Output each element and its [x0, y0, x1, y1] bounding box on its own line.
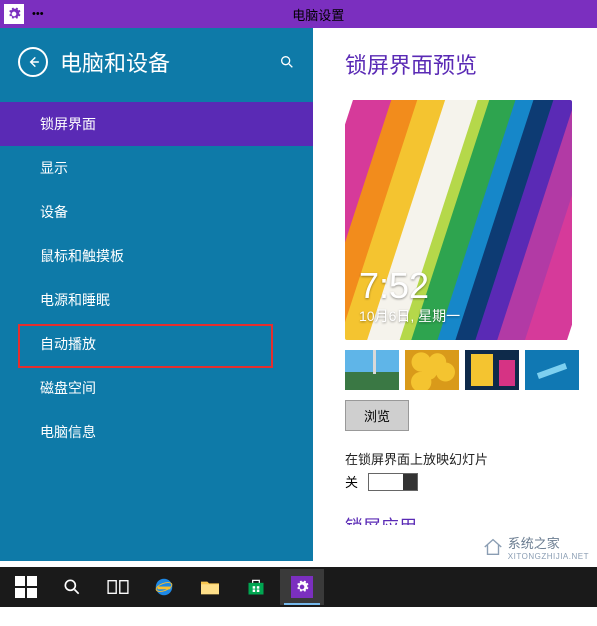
taskbar-store-icon[interactable] — [234, 569, 278, 605]
slideshow-toggle[interactable] — [368, 473, 418, 491]
sidebar-item-4[interactable]: 电源和睡眠 — [0, 278, 313, 322]
house-icon — [482, 536, 504, 558]
arrow-left-icon — [26, 55, 40, 69]
toggle-state-label: 关 — [345, 472, 358, 491]
background-thumb-3[interactable] — [465, 350, 519, 390]
sidebar-header: 电脑和设备 — [0, 28, 313, 102]
sidebar-item-1[interactable]: 显示 — [0, 146, 313, 190]
window-title: 电脑设置 — [44, 5, 593, 24]
start-button[interactable] — [4, 569, 48, 605]
sidebar-item-0[interactable]: 锁屏界面 — [0, 102, 313, 146]
taskbar-ie-icon[interactable] — [142, 569, 186, 605]
content-panel: 锁屏界面预览 7:52 10月6日, 星期一 — [313, 28, 597, 561]
slideshow-label: 在锁屏界面上放映幻灯片 — [345, 449, 579, 468]
lockscreen-clock: 7:52 10月6日, 星期一 — [359, 268, 460, 326]
background-thumb-2[interactable] — [405, 350, 459, 390]
settings-gear-icon[interactable] — [4, 4, 24, 24]
title-bar: ••• 电脑设置 — [0, 0, 597, 28]
section-heading-partial: 锁屏应用 — [345, 513, 579, 525]
taskbar-explorer-icon[interactable] — [188, 569, 232, 605]
browse-button[interactable]: 浏览 — [345, 400, 409, 431]
content-title: 锁屏界面预览 — [345, 48, 579, 80]
sidebar-title: 电脑和设备 — [60, 46, 279, 78]
watermark: 系统之家 XITONGZHIJIA.NET — [482, 533, 589, 561]
taskbar-taskview-icon[interactable] — [96, 569, 140, 605]
search-icon[interactable] — [279, 54, 295, 70]
sidebar-item-6[interactable]: 磁盘空间 — [0, 366, 313, 410]
watermark-text-bottom: XITONGZHIJIA.NET — [508, 552, 589, 561]
clock-time: 7:52 — [359, 268, 460, 304]
lockscreen-preview: 7:52 10月6日, 星期一 — [345, 100, 572, 340]
watermark-text-top: 系统之家 — [508, 533, 589, 552]
windows-logo-icon — [15, 576, 37, 598]
back-button[interactable] — [18, 47, 48, 77]
title-menu-icon[interactable]: ••• — [32, 8, 44, 20]
taskbar-search-icon[interactable] — [50, 569, 94, 605]
sidebar-item-5[interactable]: 自动播放 — [0, 322, 313, 366]
taskbar-settings-icon[interactable] — [280, 569, 324, 605]
sidebar: 电脑和设备 锁屏界面显示设备鼠标和触摸板电源和睡眠自动播放磁盘空间电脑信息 — [0, 28, 313, 561]
background-thumbnails — [345, 350, 579, 390]
background-thumb-1[interactable] — [345, 350, 399, 390]
background-thumb-4[interactable] — [525, 350, 579, 390]
sidebar-item-7[interactable]: 电脑信息 — [0, 410, 313, 454]
sidebar-item-3[interactable]: 鼠标和触摸板 — [0, 234, 313, 278]
taskbar — [0, 567, 597, 607]
clock-date: 10月6日, 星期一 — [359, 306, 460, 326]
sidebar-item-2[interactable]: 设备 — [0, 190, 313, 234]
